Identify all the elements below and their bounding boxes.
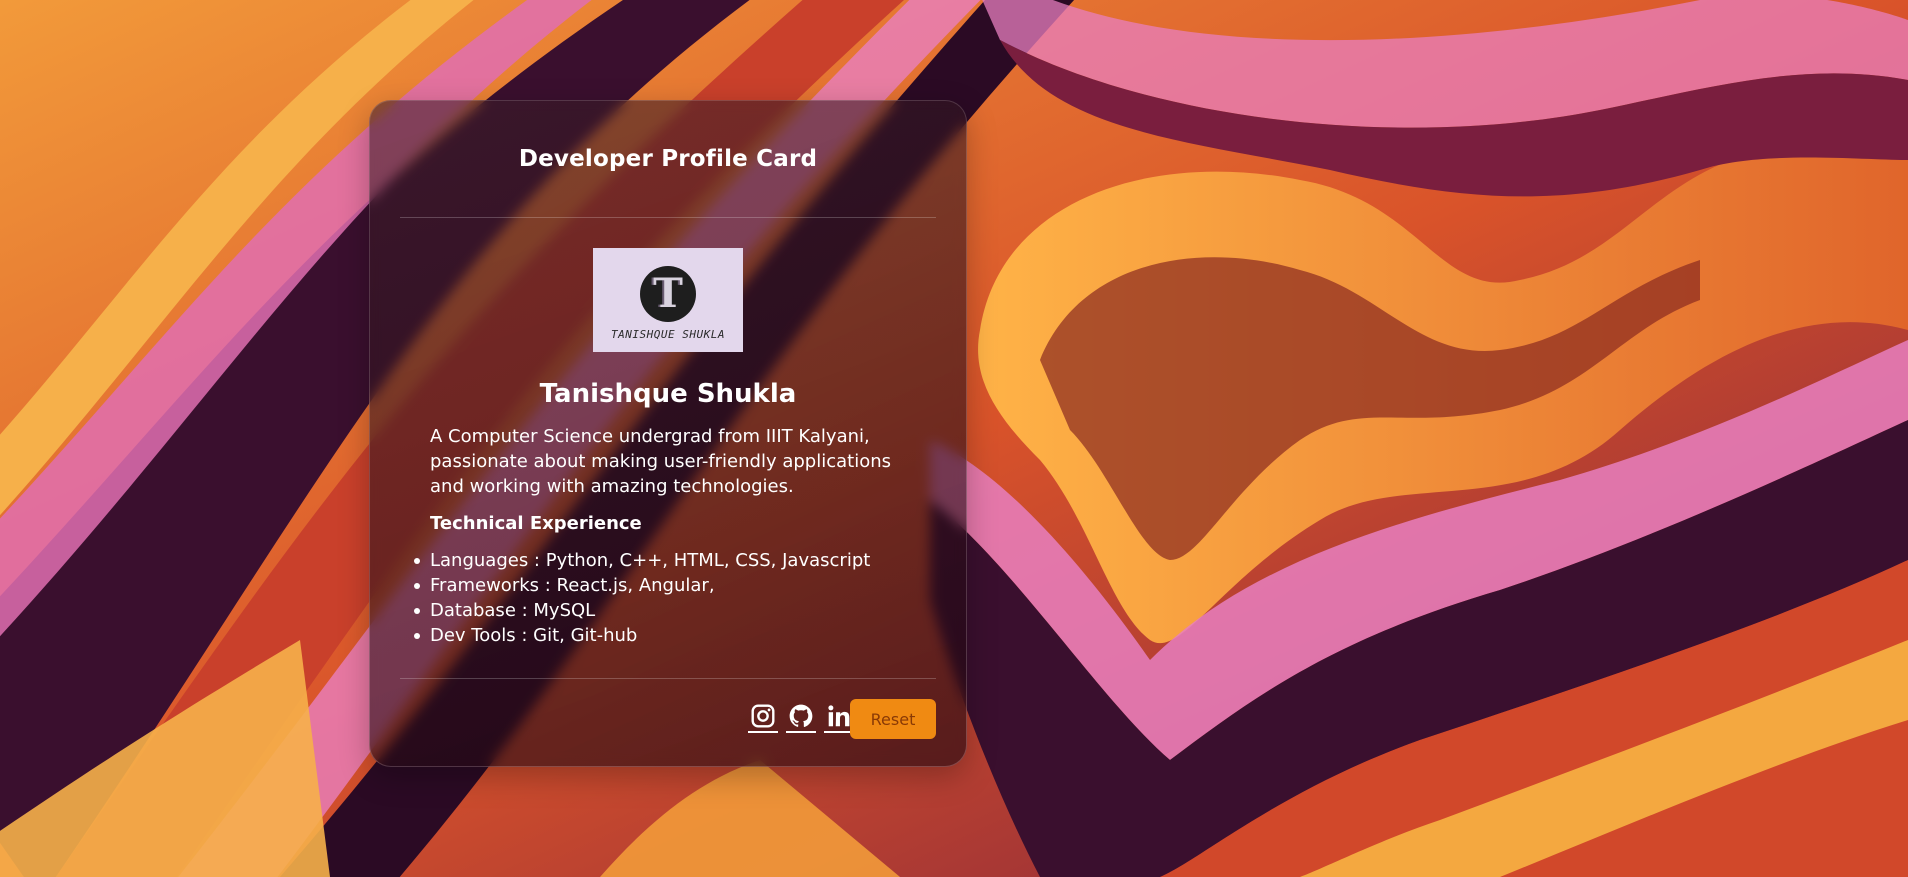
profile-bio: A Computer Science undergrad from IIIT K…: [430, 426, 892, 497]
avatar-logo-circle: T: [640, 266, 696, 322]
list-item: Languages : Python, C++, HTML, CSS, Java…: [413, 550, 871, 571]
linkedin-icon: [828, 705, 850, 727]
profile-name: Tanishque Shukla: [539, 379, 797, 409]
reset-button[interactable]: Reset: [850, 699, 936, 739]
avatar: T TANISHQUE SHUKLA: [593, 248, 743, 352]
list-item: Dev Tools : Git, Git-hub: [413, 623, 870, 648]
card-header: Developer Profile Card: [400, 101, 936, 218]
tech-experience-list: Languages : Python, C++, HTML, CSS, Java…: [413, 548, 871, 648]
github-icon: [789, 704, 813, 727]
github-link[interactable]: [786, 701, 816, 733]
card-title: Developer Profile Card: [518, 146, 818, 172]
list-item: Database : MySQL: [413, 598, 870, 623]
avatar-letter: T: [653, 270, 683, 317]
tech-experience-heading: Technical Experience: [430, 513, 642, 534]
card-footer: Reset: [400, 678, 936, 766]
profile-card: Developer Profile Card T TANISHQUE SHUKL…: [369, 100, 967, 767]
list-item: Frameworks : React.js, Angular,: [413, 573, 870, 598]
instagram-link[interactable]: [748, 701, 778, 733]
avatar-caption: TANISHQUE SHUKLA: [611, 328, 725, 341]
instagram-icon: [751, 704, 775, 728]
